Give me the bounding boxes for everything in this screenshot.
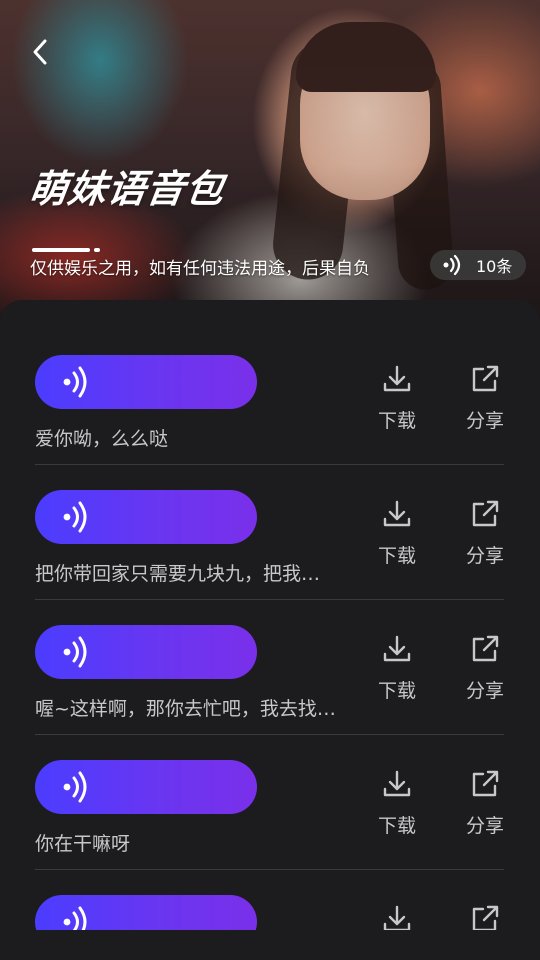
list-item: 下载 分享 你在干嘛呀 bbox=[0, 705, 540, 870]
download-label: 下载 bbox=[377, 815, 416, 837]
play-button[interactable] bbox=[35, 490, 257, 544]
sound-wave-icon bbox=[63, 906, 87, 930]
share-button[interactable]: 分享 bbox=[455, 499, 515, 568]
chevron-left-icon bbox=[33, 39, 47, 65]
list-item: 下载 分享 喔~这样啊，那你去忙吧，我去找… bbox=[0, 570, 540, 735]
page-title: 萌妹语音包 bbox=[26, 167, 228, 211]
list-item bbox=[0, 840, 540, 930]
voice-list-sheet: 下载 分享 爱你呦，么么哒 下载 分享 把你带回家只需要九块九，把我… 下载 分… bbox=[0, 300, 540, 960]
download-button[interactable]: 下载 bbox=[367, 364, 427, 433]
share-label: 分享 bbox=[465, 545, 504, 567]
share-button[interactable] bbox=[455, 904, 515, 930]
download-label: 下载 bbox=[377, 545, 416, 567]
share-external-icon bbox=[472, 635, 499, 662]
sound-wave-icon bbox=[63, 636, 87, 668]
share-label: 分享 bbox=[465, 815, 504, 837]
share-label: 分享 bbox=[465, 680, 504, 702]
sound-wave-icon bbox=[63, 501, 87, 533]
sound-wave-icon bbox=[63, 366, 87, 398]
download-label: 下载 bbox=[377, 680, 416, 702]
download-button[interactable]: 下载 bbox=[367, 634, 427, 703]
share-external-icon bbox=[472, 500, 499, 527]
back-button[interactable] bbox=[24, 32, 56, 72]
voice-count-badge: 10条 bbox=[430, 250, 526, 280]
play-button[interactable] bbox=[35, 895, 257, 930]
share-external-icon bbox=[472, 365, 499, 392]
share-external-icon bbox=[472, 905, 499, 930]
play-button[interactable] bbox=[35, 355, 257, 409]
disclaimer-text: 仅供娱乐之用，如有任何违法用途，后果自负 bbox=[30, 259, 370, 279]
share-button[interactable]: 分享 bbox=[455, 364, 515, 433]
play-button[interactable] bbox=[35, 625, 257, 679]
list-item: 下载 分享 爱你呦，么么哒 bbox=[0, 300, 540, 465]
download-button[interactable]: 下载 bbox=[367, 499, 427, 568]
list-item: 下载 分享 把你带回家只需要九块九，把我… bbox=[0, 435, 540, 600]
voice-count-label: 10条 bbox=[476, 257, 513, 276]
download-icon bbox=[383, 365, 411, 392]
download-icon bbox=[383, 905, 411, 930]
share-external-icon bbox=[472, 770, 499, 797]
download-label: 下载 bbox=[377, 410, 416, 432]
download-button[interactable]: 下载 bbox=[367, 769, 427, 838]
share-button[interactable]: 分享 bbox=[455, 634, 515, 703]
download-icon bbox=[383, 500, 411, 527]
title-underline bbox=[32, 248, 100, 252]
play-button[interactable] bbox=[35, 760, 257, 814]
share-button[interactable]: 分享 bbox=[455, 769, 515, 838]
download-icon bbox=[383, 770, 411, 797]
sound-wave-icon bbox=[443, 254, 461, 276]
download-button[interactable] bbox=[367, 904, 427, 930]
download-icon bbox=[383, 635, 411, 662]
share-label: 分享 bbox=[465, 410, 504, 432]
sound-wave-icon bbox=[63, 771, 87, 803]
